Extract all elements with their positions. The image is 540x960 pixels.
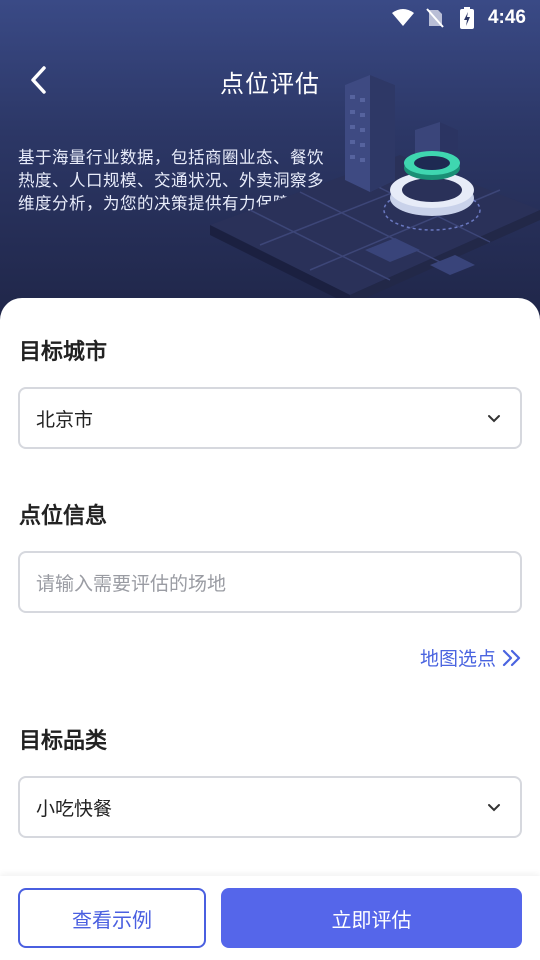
category-select[interactable]: 小吃快餐 [18,776,522,838]
city-select[interactable]: 北京市 [18,387,522,449]
battery-charging-icon [456,7,478,29]
status-time: 4:46 [487,7,526,28]
chevron-down-icon [484,408,504,428]
bottom-action-bar: 查看示例 立即评估 [0,876,540,960]
map-pick-label: 地图选点 [419,648,496,670]
location-input[interactable]: 请输入需要评估的场地 [18,551,522,613]
wifi-icon [391,7,414,29]
city-illustration [210,75,540,305]
category-section-title: 目标品类 [19,729,108,754]
map-pick-link[interactable]: 地图选点 [420,644,522,671]
header-banner: 4:46 点位评估 基于海量行业数据，包括商圈业态、餐饮热度、人口规模、交通状况… [0,0,540,330]
form-card: 目标城市 北京市 点位信息 请输入需要评估的场地 地图选点 目标品类 小吃快餐 [0,298,540,960]
view-example-button[interactable]: 查看示例 [18,888,206,948]
double-chevron-right-icon [502,649,521,666]
city-section-title: 目标城市 [19,340,108,365]
city-value: 北京市 [36,408,94,431]
chevron-down-icon [484,797,504,817]
status-bar: 4:46 [0,0,540,36]
category-value: 小吃快餐 [36,797,113,820]
no-sim-icon [424,7,446,29]
location-section-title: 点位信息 [19,504,108,529]
evaluate-now-button[interactable]: 立即评估 [221,888,522,948]
location-placeholder: 请输入需要评估的场地 [36,572,227,595]
